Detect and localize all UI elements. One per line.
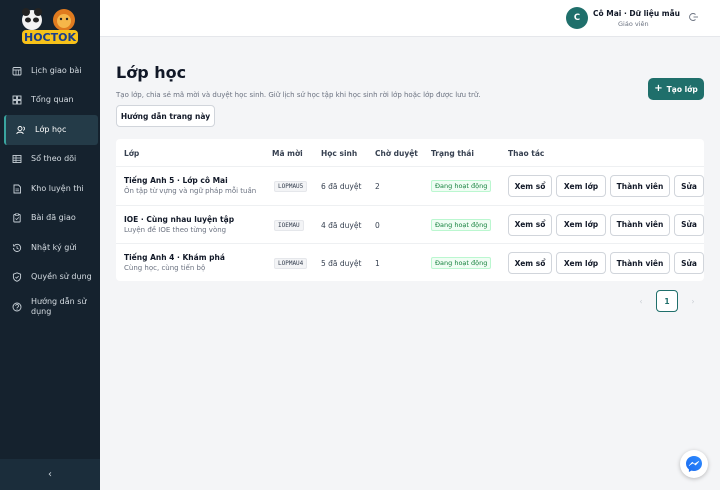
class-name[interactable]: Tiếng Anh 5 · Lớp cô Mai bbox=[124, 176, 228, 185]
page-title: Lớp học bbox=[116, 63, 187, 82]
class-name[interactable]: Tiếng Anh 4 · Khám phá bbox=[124, 253, 225, 262]
class-subtitle: Luyện đề IOE theo từng vòng bbox=[124, 225, 227, 234]
column-header: Học sinh bbox=[321, 149, 358, 158]
status-badge: Đang hoạt động bbox=[431, 257, 492, 269]
page-guide-button[interactable]: Hướng dẫn trang này bbox=[116, 105, 215, 127]
sidebar: HOCTOK Lịch giao bài Tổng quan Lớp học S… bbox=[0, 0, 100, 490]
create-class-label: Tạo lớp bbox=[666, 84, 698, 94]
plus-icon: + bbox=[654, 83, 663, 94]
sidebar-item-label: Sổ theo dõi bbox=[31, 154, 77, 164]
invite-code[interactable]: LOPMAU5 bbox=[274, 181, 308, 192]
pending-count: 2 bbox=[375, 182, 380, 191]
clipboard-icon bbox=[13, 213, 21, 223]
sidebar-item-huong-dan-su-dung[interactable]: Hướng dẫn sử dụng bbox=[0, 292, 100, 322]
pagination-prev-button[interactable]: ‹ bbox=[632, 290, 650, 312]
edit-button[interactable]: Sửa bbox=[674, 252, 704, 274]
view-class-button[interactable]: Xem lớp bbox=[556, 252, 606, 274]
create-class-button[interactable]: + Tạo lớp bbox=[648, 78, 704, 100]
sidebar-item-kho-luyen-thi[interactable]: Kho luyện thi bbox=[0, 174, 100, 204]
brand-logo[interactable]: HOCTOK bbox=[18, 6, 82, 48]
sidebar-item-quyen-su-dung[interactable]: Quyền sử dụng bbox=[0, 263, 100, 293]
sidebar-item-tong-quan[interactable]: Tổng quan bbox=[0, 86, 100, 116]
user-role: Giáo viên bbox=[618, 20, 649, 28]
sidebar-item-label: Lịch giao bài bbox=[31, 65, 82, 75]
view-book-button[interactable]: Xem sổ bbox=[508, 213, 552, 236]
sidebar-item-label: Tổng quan bbox=[31, 95, 74, 105]
edit-button[interactable]: Sửa bbox=[674, 213, 704, 236]
student-count: 5 đã duyệt bbox=[321, 259, 362, 268]
table-header: Lớp Mã mời Học sinh Chờ duyệt Trạng thái… bbox=[116, 139, 704, 167]
invite-code[interactable]: LOPMAU4 bbox=[274, 258, 308, 269]
sidebar-item-lop-hoc[interactable]: Lớp học bbox=[4, 115, 98, 145]
topbar: C Cô Mai · Dữ liệu mẫu Giáo viên bbox=[100, 0, 720, 37]
column-header: Mã mời bbox=[272, 149, 303, 158]
dashboard-icon bbox=[12, 95, 22, 105]
document-icon bbox=[13, 184, 21, 194]
view-class-button[interactable]: Xem lớp bbox=[556, 213, 606, 236]
sidebar-collapse-button[interactable]: ‹ bbox=[0, 459, 100, 490]
sidebar-item-label: Quyền sử dụng bbox=[31, 272, 92, 282]
users-icon bbox=[16, 125, 25, 134]
shield-icon bbox=[12, 272, 22, 283]
status-badge: Đang hoạt động bbox=[431, 180, 492, 192]
pagination-page-1[interactable]: 1 bbox=[656, 290, 678, 312]
sidebar-item-label: Nhật ký gửi bbox=[31, 242, 77, 252]
status-badge: Đang hoạt động bbox=[431, 218, 492, 231]
members-button[interactable]: Thành viên bbox=[610, 252, 670, 274]
class-subtitle: Cùng học, cùng tiến bộ bbox=[124, 264, 206, 272]
help-icon bbox=[12, 302, 22, 312]
column-header: Trạng thái bbox=[431, 149, 474, 158]
chevron-left-icon: ‹ bbox=[48, 469, 52, 480]
page-description: Tạo lớp, chia sẻ mã mời và duyệt học sin… bbox=[116, 91, 481, 99]
messenger-icon bbox=[686, 456, 702, 472]
view-book-button[interactable]: Xem sổ bbox=[508, 252, 552, 274]
sidebar-item-label: Hướng dẫn sử dụng bbox=[31, 297, 87, 316]
class-name[interactable]: IOE · Cùng nhau luyện tập bbox=[124, 215, 234, 224]
sidebar-item-so-theo-doi[interactable]: Sổ theo dõi bbox=[0, 145, 100, 175]
view-class-button[interactable]: Xem lớp bbox=[556, 175, 606, 197]
avatar[interactable]: C bbox=[566, 7, 588, 29]
logo-text: HOCTOK bbox=[24, 31, 76, 44]
student-count: 6 đã duyệt bbox=[321, 182, 362, 191]
table-row: Tiếng Anh 5 · Lớp cô Mai Ôn tập từ vựng … bbox=[116, 167, 704, 206]
pending-count: 1 bbox=[375, 259, 380, 268]
column-header: Thao tác bbox=[508, 149, 545, 158]
column-header: Lớp bbox=[124, 149, 140, 158]
sidebar-item-label: Lớp học bbox=[35, 124, 67, 134]
student-count: 4 đã duyệt bbox=[321, 220, 362, 230]
pending-count: 0 bbox=[375, 220, 380, 230]
messenger-chat-button[interactable] bbox=[680, 450, 708, 478]
edit-button[interactable]: Sửa bbox=[674, 175, 704, 197]
history-icon bbox=[12, 243, 22, 252]
table-icon bbox=[12, 155, 22, 164]
class-table: Lớp Mã mời Học sinh Chờ duyệt Trạng thái… bbox=[116, 139, 704, 281]
sidebar-item-label: Bài đã giao bbox=[31, 213, 76, 223]
sidebar-item-bai-da-giao[interactable]: Bài đã giao bbox=[0, 204, 100, 234]
table-row: IOE · Cùng nhau luyện tập Luyện đề IOE t… bbox=[116, 206, 704, 244]
user-name: Cô Mai · Dữ liệu mẫu bbox=[593, 9, 681, 18]
sidebar-nav: Lịch giao bài Tổng quan Lớp học Sổ theo … bbox=[0, 56, 100, 322]
sidebar-item-label: Kho luyện thi bbox=[31, 183, 84, 193]
logout-icon[interactable] bbox=[689, 12, 699, 22]
sidebar-item-nhat-ky-gui[interactable]: Nhật ký gửi bbox=[0, 233, 100, 263]
members-button[interactable]: Thành viên bbox=[610, 213, 670, 236]
sidebar-item-lich-giao-bai[interactable]: Lịch giao bài bbox=[0, 56, 100, 86]
invite-code[interactable]: IOEMAU bbox=[274, 219, 304, 231]
members-button[interactable]: Thành viên bbox=[610, 175, 670, 197]
view-book-button[interactable]: Xem sổ bbox=[508, 175, 552, 197]
calendar-icon bbox=[12, 66, 22, 76]
table-row: Tiếng Anh 4 · Khám phá Cùng học, cùng ti… bbox=[116, 244, 704, 281]
column-header: Chờ duyệt bbox=[375, 149, 418, 158]
class-subtitle: Ôn tập từ vựng và ngữ pháp mỗi tuần bbox=[124, 187, 257, 195]
pagination-next-button[interactable]: › bbox=[684, 290, 702, 312]
